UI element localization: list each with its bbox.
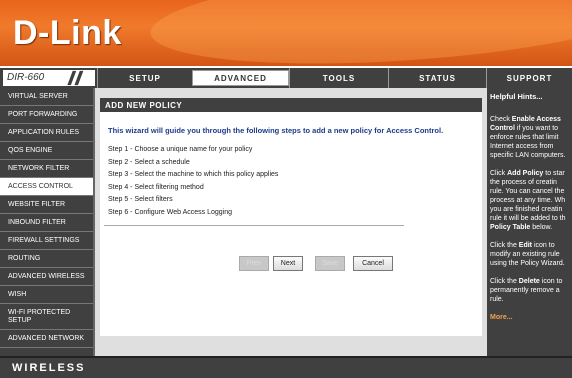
step-item: Step 6 - Configure Web Access Logging bbox=[108, 208, 233, 216]
panel-title: ADD NEW POLICY bbox=[100, 98, 482, 112]
sidebar-item-virtual-server[interactable]: VIRTUAL SERVER bbox=[0, 88, 93, 106]
footer-wireless-label: WIRELESS bbox=[12, 362, 86, 374]
hint-text: rule. You can cancel the bbox=[490, 188, 565, 195]
hint-text: Click the bbox=[490, 278, 519, 285]
hint-bold: Add Policy bbox=[507, 170, 544, 177]
hint-delete: Click the Delete icon to permanently rem… bbox=[490, 277, 569, 304]
sidebar-item-website-filter[interactable]: WEBSITE FILTER bbox=[0, 196, 93, 214]
sidebar-item-network-filter[interactable]: NETWORK FILTER bbox=[0, 160, 93, 178]
sidebar-item-advanced-network[interactable]: ADVANCED NETWORK bbox=[0, 330, 93, 348]
hint-text: modify an existing rule bbox=[490, 251, 560, 258]
prev-button[interactable]: Prev bbox=[239, 256, 269, 271]
hint-text: rule it will be added to th bbox=[490, 215, 566, 222]
hint-bold: Edit bbox=[518, 242, 533, 249]
wizard-intro: This wizard will guide you through the f… bbox=[108, 126, 444, 135]
tab-advanced[interactable]: ADVANCED bbox=[192, 70, 289, 86]
sidebar-item-application-rules[interactable]: APPLICATION RULES bbox=[0, 124, 93, 142]
hint-text: rule. bbox=[490, 296, 504, 303]
hint-bold: Delete bbox=[518, 278, 540, 285]
sidebar-item-wish[interactable]: WISH bbox=[0, 286, 93, 304]
hint-text: icon to bbox=[539, 278, 563, 285]
step-item: Step 4 - Select filtering method bbox=[108, 183, 204, 191]
top-nav-bar: DIR-660 SETUP ADVANCED TOOLS STATUS SUPP… bbox=[0, 68, 572, 88]
hint-text: specific LAN computers. bbox=[490, 152, 566, 159]
hint-text: if you want to bbox=[514, 125, 559, 132]
hint-text: process at any time. Wh bbox=[490, 197, 566, 204]
hint-bold: Policy Table bbox=[490, 224, 531, 231]
step-item: Step 2 - Select a schedule bbox=[108, 158, 190, 166]
hint-text: Check bbox=[490, 116, 512, 123]
hint-text: Internet access from bbox=[490, 143, 554, 150]
wizard-steps: Step 1 - Choose a unique name for your p… bbox=[108, 146, 482, 221]
step-item: Step 5 - Select filters bbox=[108, 196, 173, 203]
tab-support[interactable]: SUPPORT bbox=[486, 68, 572, 88]
step-item: Step 1 - Choose a unique name for your p… bbox=[108, 146, 253, 153]
hint-text: the process of creatin bbox=[490, 179, 557, 186]
step-item: Step 3 - Select the machine to which thi… bbox=[108, 171, 279, 178]
main-content: ADD NEW POLICY This wizard will guide yo… bbox=[95, 88, 487, 356]
header-banner: D-Link bbox=[0, 0, 572, 66]
hint-text: permanently remove a bbox=[490, 287, 560, 294]
helpful-hints-panel: Helpful Hints... Check Enable Access Con… bbox=[487, 88, 572, 356]
left-sidebar: VIRTUAL SERVER PORT FORWARDING APPLICATI… bbox=[0, 88, 95, 356]
hints-title: Helpful Hints... bbox=[490, 92, 543, 101]
hint-edit: Click the Edit icon to modify an existin… bbox=[490, 241, 569, 268]
add-policy-panel: ADD NEW POLICY This wizard will guide yo… bbox=[100, 98, 482, 336]
hint-add-policy: Click Add Policy to star the process of … bbox=[490, 169, 569, 232]
tab-status[interactable]: STATUS bbox=[388, 68, 486, 88]
sidebar-item-qos-engine[interactable]: QOS ENGINE bbox=[0, 142, 93, 160]
hint-text: Click the bbox=[490, 242, 519, 249]
sidebar-item-inbound-filter[interactable]: INBOUND FILTER bbox=[0, 214, 93, 232]
hint-text: you are finished creatin bbox=[490, 206, 563, 213]
hint-bold: Enable Access bbox=[511, 116, 561, 123]
main-tabs: SETUP ADVANCED TOOLS STATUS SUPPORT bbox=[97, 68, 572, 88]
sidebar-item-port-forwarding[interactable]: PORT FORWARDING bbox=[0, 106, 93, 124]
hint-text: to star bbox=[543, 170, 565, 177]
model-slash-icon bbox=[67, 70, 84, 86]
more-link[interactable]: More... bbox=[490, 313, 569, 322]
hint-enable-access-control: Check Enable Access Control if you want … bbox=[490, 115, 569, 160]
wizard-buttons: Prev Next Save Cancel bbox=[239, 256, 393, 271]
sidebar-item-access-control[interactable]: ACCESS CONTROL bbox=[0, 178, 93, 196]
dlink-logo: D-Link bbox=[13, 14, 122, 52]
hint-bold: Control bbox=[490, 125, 515, 132]
sidebar-item-firewall-settings[interactable]: FIREWALL SETTINGS bbox=[0, 232, 93, 250]
panel-divider bbox=[104, 225, 404, 226]
hint-text: icon to bbox=[532, 242, 555, 249]
sidebar-item-routing[interactable]: ROUTING bbox=[0, 250, 93, 268]
banner-swoosh bbox=[147, 0, 572, 66]
router-admin-page: D-Link DIR-660 SETUP ADVANCED TOOLS STAT… bbox=[0, 0, 572, 378]
tab-setup[interactable]: SETUP bbox=[97, 68, 192, 88]
footer-bar: WIRELESS bbox=[0, 356, 572, 378]
next-button[interactable]: Next bbox=[273, 256, 303, 271]
cancel-button[interactable]: Cancel bbox=[353, 256, 393, 271]
hint-text: below. bbox=[530, 224, 553, 231]
tab-tools[interactable]: TOOLS bbox=[289, 68, 388, 88]
hint-text: Click bbox=[490, 170, 508, 177]
hint-text: using the Policy Wizard. bbox=[490, 260, 565, 267]
sidebar-item-advanced-wireless[interactable]: ADVANCED WIRELESS bbox=[0, 268, 93, 286]
sidebar-item-wifi-protected-setup[interactable]: WI-FI PROTECTED SETUP bbox=[0, 304, 93, 330]
hint-text: enforce rules that limit bbox=[490, 134, 559, 141]
save-button[interactable]: Save bbox=[315, 256, 345, 271]
